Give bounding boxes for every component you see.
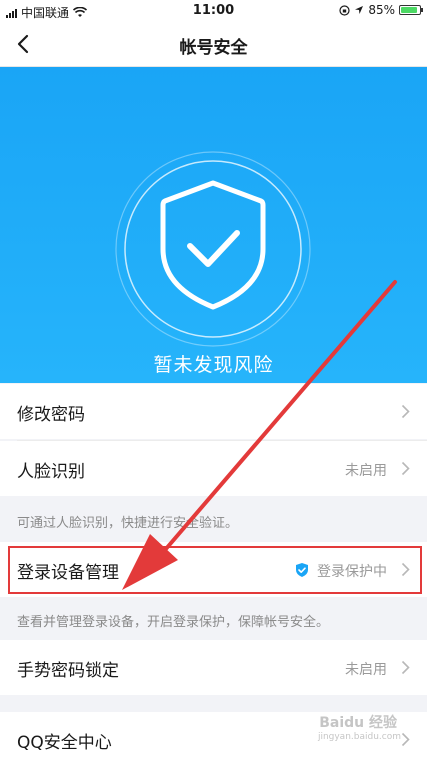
status-right: 85% — [339, 3, 423, 17]
location-icon — [355, 6, 364, 14]
gesture-lock-row[interactable]: 手势密码锁定 未启用 — [0, 640, 427, 695]
risk-status-text: 暂未发现风险 — [153, 354, 274, 376]
watermark-brand: Baidu 经验 — [319, 715, 397, 731]
face-recognition-label: 人脸识别 — [17, 462, 85, 482]
face-recognition-status: 未启用 — [345, 463, 387, 479]
change-password-label: 修改密码 — [17, 405, 85, 425]
battery-percent: 85% — [368, 3, 395, 17]
change-password-row[interactable]: 修改密码 — [0, 384, 427, 439]
gesture-lock-status: 未启用 — [345, 662, 387, 678]
page-title: 帐号安全 — [179, 38, 248, 58]
device-management-hint: 查看并管理登录设备，开启登录保护，保障帐号安全。 — [17, 615, 330, 630]
gesture-lock-label: 手势密码锁定 — [17, 661, 119, 681]
face-recognition-hint: 可通过人脸识别，快捷进行安全验证。 — [17, 516, 239, 531]
chevron-right-icon — [401, 404, 410, 419]
orientation-lock-icon — [339, 4, 350, 16]
battery-icon — [399, 5, 423, 15]
qq-security-center-label: QQ安全中心 — [17, 733, 112, 753]
shield-check-icon — [115, 151, 311, 347]
nav-bar: 帐号安全 — [0, 22, 427, 67]
chevron-right-icon — [401, 732, 410, 747]
watermark-url: jingyan.baidu.com — [317, 732, 401, 742]
security-hero-banner: 暂未发现风险 — [0, 67, 427, 383]
chevron-right-icon — [401, 461, 410, 476]
status-bar: 中国联通 11:00 85% — [0, 0, 427, 22]
highlight-box — [8, 546, 422, 594]
chevron-right-icon — [401, 660, 410, 675]
face-recognition-row[interactable]: 人脸识别 未启用 — [0, 441, 427, 496]
